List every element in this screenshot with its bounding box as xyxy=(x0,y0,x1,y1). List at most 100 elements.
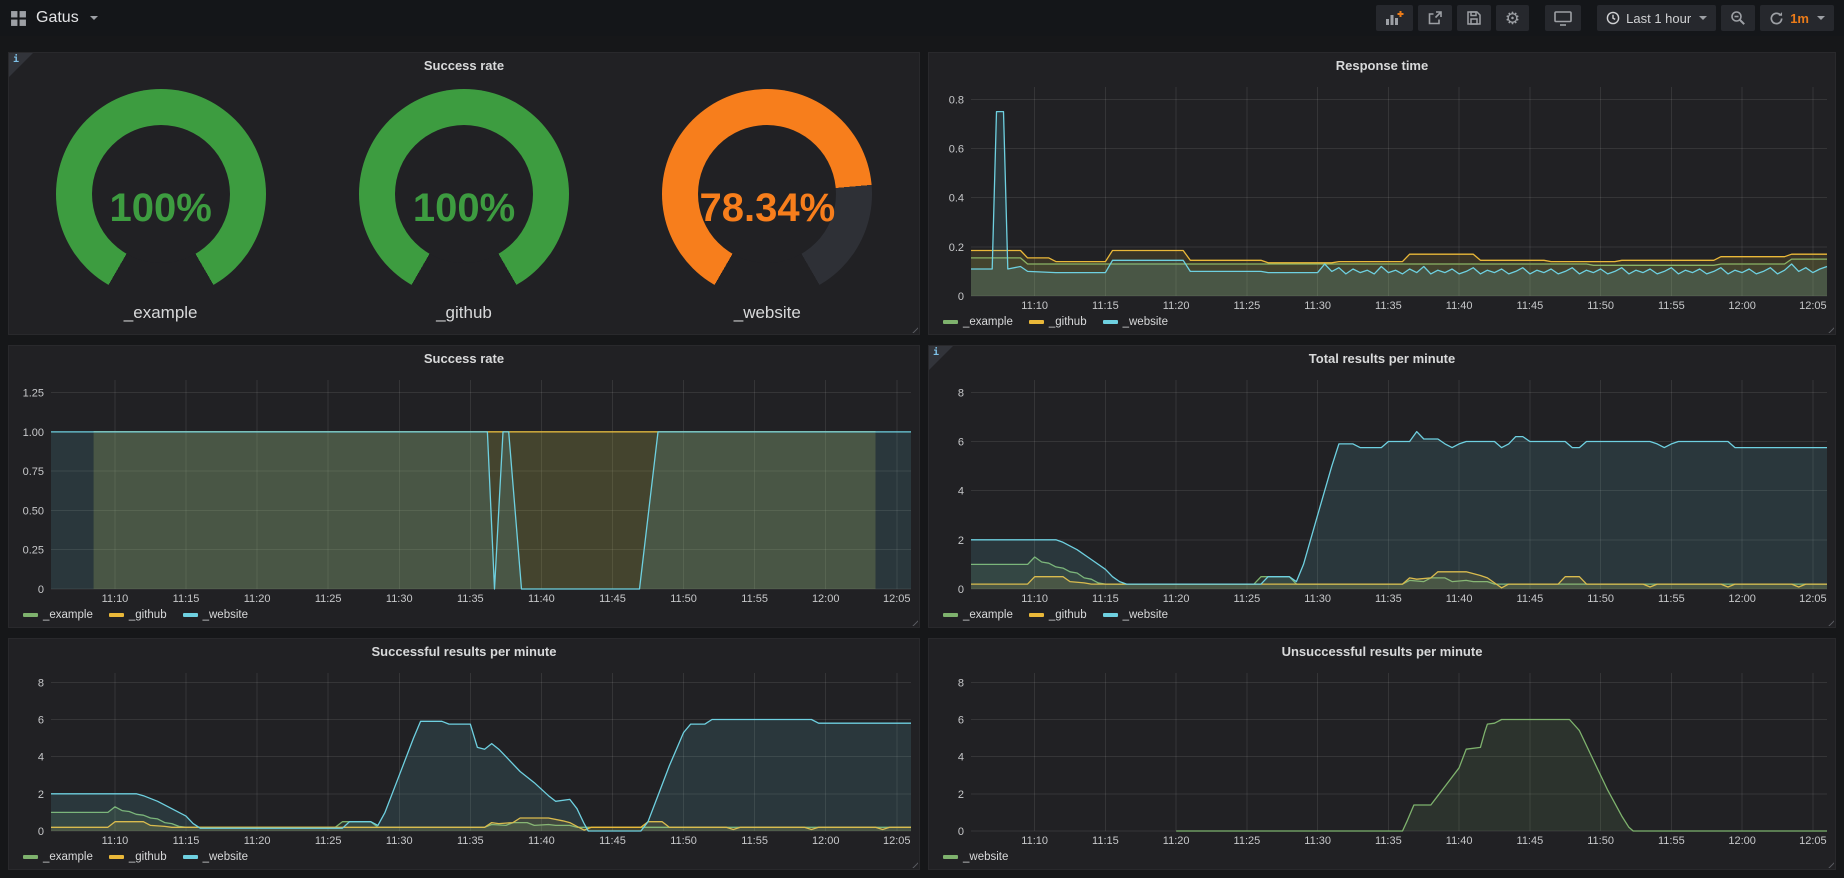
legend-item-_github[interactable]: _github xyxy=(1029,609,1087,621)
panel-title[interactable]: Successful results per minute xyxy=(9,639,919,665)
save-button[interactable] xyxy=(1457,5,1491,31)
legend-item-_example[interactable]: _example xyxy=(943,609,1013,621)
legend-item-_website[interactable]: _website xyxy=(183,609,248,621)
successful-results-chart[interactable]: 11:1011:1511:2011:2511:3011:3511:4011:45… xyxy=(9,665,919,849)
info-icon: i xyxy=(13,54,19,65)
panel-title[interactable]: Unsuccessful results per minute xyxy=(929,639,1835,665)
x-tick-label: 11:45 xyxy=(1517,835,1544,847)
legend-item-_github[interactable]: _github xyxy=(109,851,167,863)
x-tick-label: 11:35 xyxy=(1375,835,1402,847)
y-tick-label: 8 xyxy=(958,677,964,689)
y-tick-label: 0.25 xyxy=(23,545,44,557)
x-tick-label: 11:20 xyxy=(1163,300,1190,312)
caret-down-icon xyxy=(1817,16,1825,20)
legend-swatch xyxy=(1029,320,1044,324)
dashboard-title[interactable]: Gatus xyxy=(36,9,79,27)
x-tick-label: 12:05 xyxy=(1799,593,1827,605)
panel-info-corner[interactable]: i xyxy=(929,346,953,370)
legend-item-_website[interactable]: _website xyxy=(1103,609,1168,621)
x-tick-label: 11:30 xyxy=(1304,300,1331,312)
x-tick-label: 11:40 xyxy=(1446,300,1473,312)
x-tick-label: 11:20 xyxy=(244,835,271,847)
caret-down-icon[interactable] xyxy=(90,16,98,20)
panel-response-time: Response time 11:1011:1511:2011:2511:301… xyxy=(928,52,1836,335)
caret-down-icon xyxy=(1699,16,1707,20)
panel-title[interactable]: Response time xyxy=(929,53,1835,79)
x-tick-label: 11:25 xyxy=(1234,835,1261,847)
legend-label: _github xyxy=(129,851,167,863)
legend-label: _example xyxy=(963,316,1013,328)
response-time-chart[interactable]: 11:1011:1511:2011:2511:3011:3511:4011:45… xyxy=(929,79,1835,314)
x-tick-label: 11:10 xyxy=(102,593,129,605)
legend-item-_website[interactable]: _website xyxy=(943,851,1008,863)
y-tick-label: 0.50 xyxy=(23,505,44,517)
legend-item-_github[interactable]: _github xyxy=(109,609,167,621)
total-results-chart[interactable]: 11:1011:1511:2011:2511:3011:3511:4011:45… xyxy=(929,372,1835,607)
refresh-picker[interactable]: 1m xyxy=(1760,5,1834,31)
gauge-label: _github xyxy=(436,303,492,323)
legend-label: _github xyxy=(1049,609,1087,621)
add-panel-button[interactable] xyxy=(1376,5,1413,31)
x-tick-label: 12:00 xyxy=(1728,593,1756,605)
time-range-picker[interactable]: Last 1 hour xyxy=(1597,5,1716,31)
y-tick-label: 0.8 xyxy=(949,94,964,106)
legend-item-_website[interactable]: _website xyxy=(183,851,248,863)
refresh-interval-label: 1m xyxy=(1790,11,1809,26)
settings-button[interactable]: ⚙ xyxy=(1496,5,1529,31)
gauge-label: _example xyxy=(124,303,198,323)
panel-title[interactable]: Total results per minute xyxy=(929,346,1835,372)
panel-title[interactable]: Success rate xyxy=(9,53,919,79)
x-tick-label: 12:05 xyxy=(883,835,911,847)
time-range-label: Last 1 hour xyxy=(1626,11,1691,26)
chart-legend: _example _github _website xyxy=(929,314,1835,334)
y-tick-label: 4 xyxy=(958,486,964,498)
legend-item-_example[interactable]: _example xyxy=(23,609,93,621)
y-tick-label: 1.25 xyxy=(23,388,44,400)
x-tick-label: 11:15 xyxy=(1092,835,1119,847)
success-rate-chart[interactable]: 11:1011:1511:2011:2511:3011:3511:4011:45… xyxy=(9,372,919,607)
x-tick-label: 11:40 xyxy=(1446,593,1473,605)
x-tick-label: 11:45 xyxy=(1517,300,1544,312)
legend-item-_github[interactable]: _github xyxy=(1029,316,1087,328)
panel-total-results: i Total results per minute 11:1011:1511:… xyxy=(928,345,1836,628)
legend-swatch xyxy=(1103,320,1118,324)
legend-label: _website xyxy=(1123,609,1168,621)
x-tick-label: 12:00 xyxy=(1728,835,1756,847)
dashboards-grid-icon[interactable] xyxy=(10,10,27,27)
zoom-out-button[interactable] xyxy=(1721,5,1755,31)
gauge-arc: 78.34% xyxy=(662,89,872,299)
x-tick-label: 12:05 xyxy=(1799,300,1827,312)
legend-label: _github xyxy=(1049,316,1087,328)
x-tick-label: 11:50 xyxy=(670,835,697,847)
y-tick-label: 0 xyxy=(38,826,44,838)
x-tick-label: 11:45 xyxy=(599,835,626,847)
x-tick-label: 11:30 xyxy=(386,835,413,847)
x-tick-label: 11:55 xyxy=(741,835,768,847)
cycle-view-button[interactable] xyxy=(1545,5,1581,31)
x-tick-label: 11:30 xyxy=(1304,835,1331,847)
gauge-value: 100% xyxy=(110,186,212,231)
legend-item-_example[interactable]: _example xyxy=(943,316,1013,328)
y-tick-label: 2 xyxy=(958,789,964,801)
navbar-left: Gatus xyxy=(10,9,98,27)
chart-svg: 11:1011:1511:2011:2511:3011:3511:4011:45… xyxy=(929,665,1835,849)
x-tick-label: 11:45 xyxy=(599,593,626,605)
x-tick-label: 11:50 xyxy=(1587,300,1614,312)
legend-swatch xyxy=(1103,613,1118,617)
y-tick-label: 8 xyxy=(38,677,44,689)
x-tick-label: 11:40 xyxy=(528,835,555,847)
unsuccessful-results-chart[interactable]: 11:1011:1511:2011:2511:3011:3511:4011:45… xyxy=(929,665,1835,849)
legend-swatch xyxy=(109,855,124,859)
legend-item-_example[interactable]: _example xyxy=(23,851,93,863)
y-tick-label: 0 xyxy=(958,584,964,596)
panel-info-corner[interactable]: i xyxy=(9,53,33,77)
panel-title[interactable]: Success rate xyxy=(9,346,919,372)
x-tick-label: 11:25 xyxy=(315,593,342,605)
y-tick-label: 2 xyxy=(38,789,44,801)
x-tick-label: 11:10 xyxy=(1021,835,1048,847)
panel-success-rate: Success rate 11:1011:1511:2011:2511:3011… xyxy=(8,345,920,628)
legend-swatch xyxy=(183,613,198,617)
x-tick-label: 11:10 xyxy=(1021,300,1048,312)
legend-item-_website[interactable]: _website xyxy=(1103,316,1168,328)
share-button[interactable] xyxy=(1418,5,1452,31)
